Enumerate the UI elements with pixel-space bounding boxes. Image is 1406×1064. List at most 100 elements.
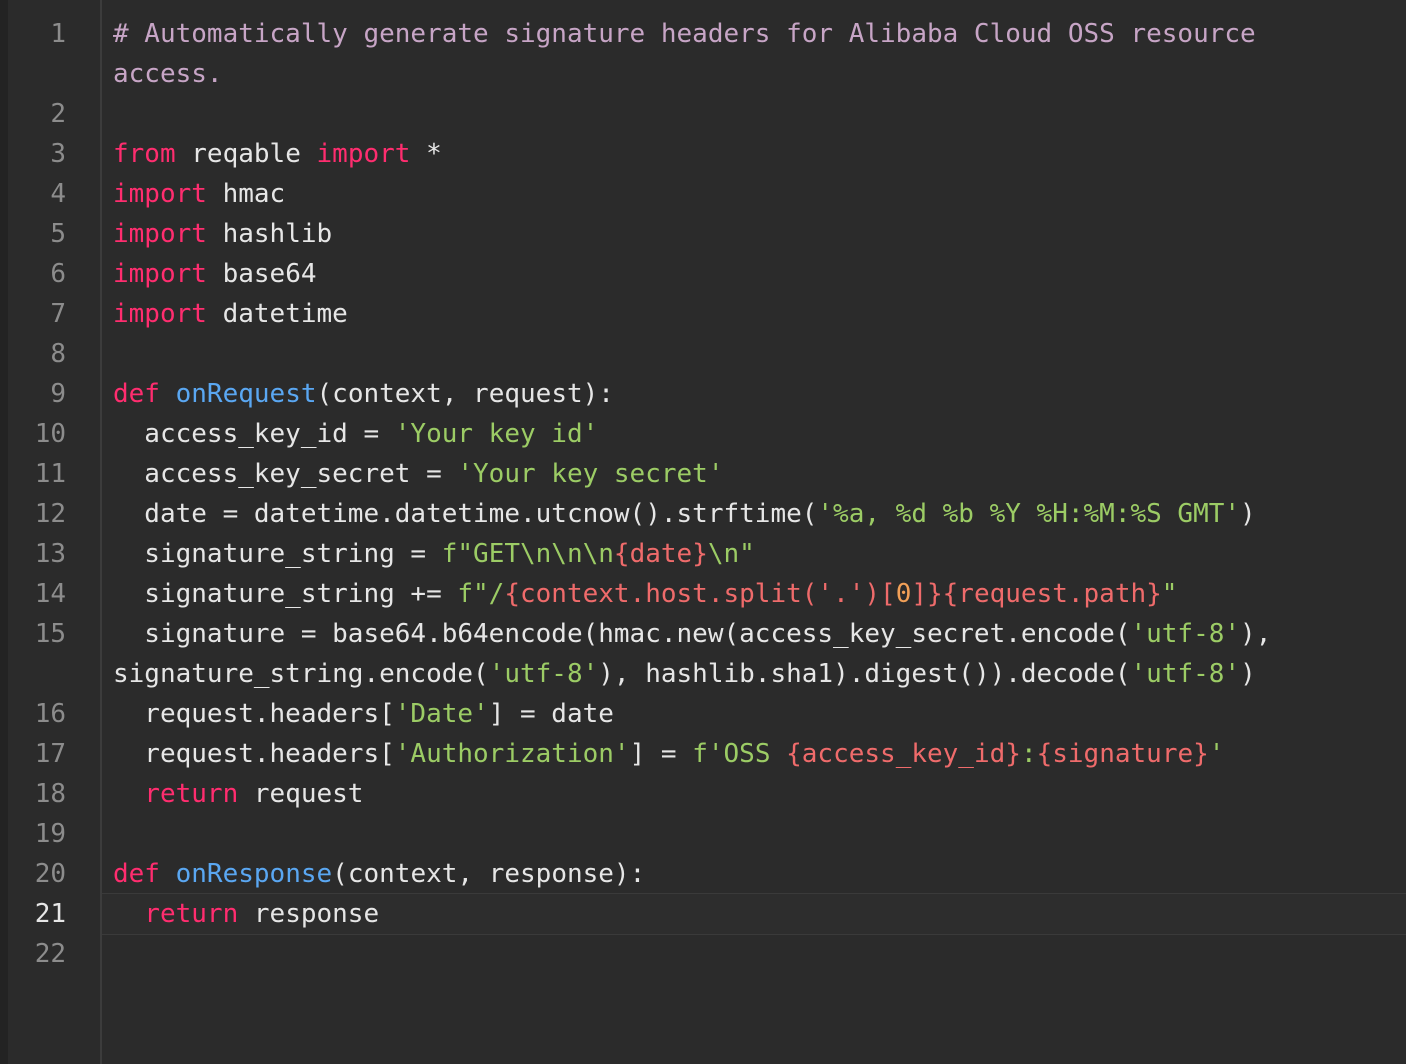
code-token: request.headers[ <box>113 739 395 769</box>
code-line[interactable]: def onRequest(context, request): <box>113 374 1406 414</box>
code-token: return <box>144 899 239 929</box>
code-token: '%a, %d %b %Y %H:%M:%S GMT' <box>817 499 1241 529</box>
line-number: 16 <box>34 699 66 729</box>
line-number: 17 <box>34 739 66 769</box>
code-line[interactable]: import hashlib <box>113 214 1406 254</box>
code-line[interactable]: signature_string += f"/{context.host.spl… <box>113 574 1406 614</box>
line-number: 4 <box>50 179 66 209</box>
line-number: 3 <box>50 139 66 169</box>
code-token: 'utf-8' <box>488 659 599 689</box>
code-token: 'Your key id' <box>394 419 599 449</box>
code-line[interactable] <box>113 934 1406 974</box>
line-number: 5 <box>50 219 66 249</box>
code-token: base64 <box>206 259 317 289</box>
code-token: response <box>238 899 380 929</box>
line-number: 22 <box>34 939 66 969</box>
line-number: 18 <box>34 779 66 809</box>
code-token: * <box>410 139 442 169</box>
code-line[interactable]: return request <box>113 774 1406 814</box>
code-token: from <box>113 139 176 169</box>
line-number: 11 <box>34 459 66 489</box>
code-token: request.headers[ <box>113 699 395 729</box>
code-token: f"/ <box>457 579 505 609</box>
code-token: # Automatically generate signature heade… <box>113 19 1256 49</box>
code-line[interactable] <box>113 94 1406 134</box>
code-token: 0 <box>895 579 912 609</box>
code-token: hmac <box>206 179 286 209</box>
code-token: ] = date <box>488 699 614 729</box>
code-token: ]}{request.path} <box>911 579 1162 609</box>
line-number: 19 <box>34 819 66 849</box>
line-number: 15 <box>34 619 66 649</box>
code-line[interactable] <box>113 814 1406 854</box>
line-number-gutter: 1 2 3 4 5 6 7 8 9 10 11 12 13 14 15 16 17 18 19 20 21 22 <box>8 0 102 1064</box>
code-line[interactable]: # Automatically generate signature heade… <box>113 14 1406 54</box>
code-token: ) <box>1240 659 1256 689</box>
code-token: {signature} <box>1036 739 1209 769</box>
code-line[interactable]: signature_string = f"GET\n\n\n{date}\n" <box>113 534 1406 574</box>
code-token: access_key_secret = <box>113 459 458 489</box>
code-line[interactable]: access_key_secret = 'Your key secret' <box>113 454 1406 494</box>
code-token: ) <box>1240 499 1256 529</box>
code-editor[interactable]: 1 2 3 4 5 6 7 8 9 10 11 12 13 14 15 16 17 18 19 20 21 22 # Au… <box>0 0 1406 1064</box>
code-token: 'Authorization' <box>394 739 630 769</box>
code-token: date = datetime.datetime.utcnow().strfti… <box>113 499 818 529</box>
code-token: ), hashlib.sha1).digest()).decode( <box>598 659 1131 689</box>
code-token: import <box>113 259 207 289</box>
line-number: 1 <box>50 19 66 49</box>
code-line[interactable]: signature_string.encode('utf-8'), hashli… <box>113 654 1406 694</box>
code-token: access. <box>113 59 223 89</box>
code-token: signature_string = <box>113 539 442 569</box>
line-number: 20 <box>34 859 66 889</box>
code-line[interactable]: return response <box>113 894 1406 934</box>
code-line[interactable]: import base64 <box>113 254 1406 294</box>
code-token: signature = base64.b64encode(hmac.new(ac… <box>113 619 1131 649</box>
code-token: import <box>113 179 207 209</box>
code-line[interactable]: def onResponse(context, response): <box>113 854 1406 894</box>
code-token: {access_key_id} <box>786 739 1021 769</box>
editor-left-edge <box>0 0 8 1064</box>
code-token: def <box>113 379 160 409</box>
code-token: {date} <box>613 539 708 569</box>
code-token: import <box>113 299 207 329</box>
code-line[interactable]: request.headers['Date'] = date <box>113 694 1406 734</box>
code-line[interactable]: date = datetime.datetime.utcnow().strfti… <box>113 494 1406 534</box>
code-token: " <box>1161 579 1178 609</box>
code-line[interactable]: request.headers['Authorization'] = f'OSS… <box>113 734 1406 774</box>
code-token: : <box>1020 739 1037 769</box>
code-line[interactable]: access. <box>113 54 1406 94</box>
code-token: (context, request): <box>316 379 614 409</box>
code-token: f"GET\n\n\n <box>441 539 614 569</box>
code-token: 'Your key secret' <box>457 459 724 489</box>
code-line[interactable]: from reqable import * <box>113 134 1406 174</box>
code-token: ' <box>1208 739 1225 769</box>
code-token: def <box>113 859 160 889</box>
code-line[interactable]: import datetime <box>113 294 1406 334</box>
code-token: return <box>144 779 239 809</box>
code-line[interactable]: import hmac <box>113 174 1406 214</box>
line-number: 2 <box>50 99 66 129</box>
code-token: ), <box>1240 619 1272 649</box>
line-number: 21 <box>34 899 66 929</box>
code-token: access_key_id = <box>113 419 395 449</box>
code-token: import <box>113 219 207 249</box>
code-token: import <box>316 139 411 169</box>
code-token: onResponse <box>175 859 333 889</box>
code-token: datetime <box>206 299 348 329</box>
code-token: ] = <box>629 739 693 769</box>
code-token: 'utf-8' <box>1130 659 1241 689</box>
code-line[interactable]: access_key_id = 'Your key id' <box>113 414 1406 454</box>
line-number: 6 <box>50 259 66 289</box>
code-token: (context, response): <box>332 859 646 889</box>
code-line[interactable]: signature = base64.b64encode(hmac.new(ac… <box>113 614 1406 654</box>
code-line[interactable] <box>113 334 1406 374</box>
code-token: request <box>238 779 364 809</box>
code-token: reqable <box>175 139 317 169</box>
code-token: \n" <box>707 539 755 569</box>
code-area[interactable]: # Automatically generate signature heade… <box>102 0 1406 1064</box>
code-token: 'Date' <box>394 699 489 729</box>
